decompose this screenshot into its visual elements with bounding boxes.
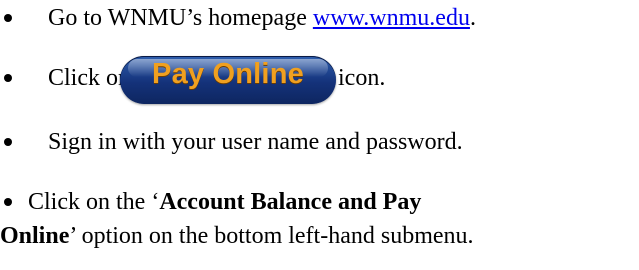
wnmu-homepage-link[interactable]: www.wnmu.edu [313,5,470,31]
item-1-text: Go to WNMU’s homepage www.wnmu.edu. [48,4,476,32]
bullet-icon [4,74,12,82]
bullet-icon [4,138,12,146]
pay-online-button[interactable]: Pay Online [120,56,336,104]
item-2-after: icon. [338,65,386,91]
pay-online-label: Pay Online [152,58,304,90]
item-1-before: Go to WNMU’s homepage [48,5,313,31]
item-4-line-2: Online’ option on the bottom left-hand s… [0,222,474,250]
item-1-after: . [469,5,476,31]
account-balance-option-part-1: Account Balance and Pay [159,189,422,215]
item-4-before: Click on the ‘ [28,189,160,215]
account-balance-option-part-2: Online [0,223,70,249]
bullet-icon [4,14,12,22]
item-4-after: ’ option on the bottom left-hand submenu… [69,223,474,249]
item-3-text: Sign in with your user name and password… [48,129,463,155]
item-4-line-1: Click on the ‘Account Balance and Pay [28,188,421,216]
bullet-icon [4,198,12,206]
